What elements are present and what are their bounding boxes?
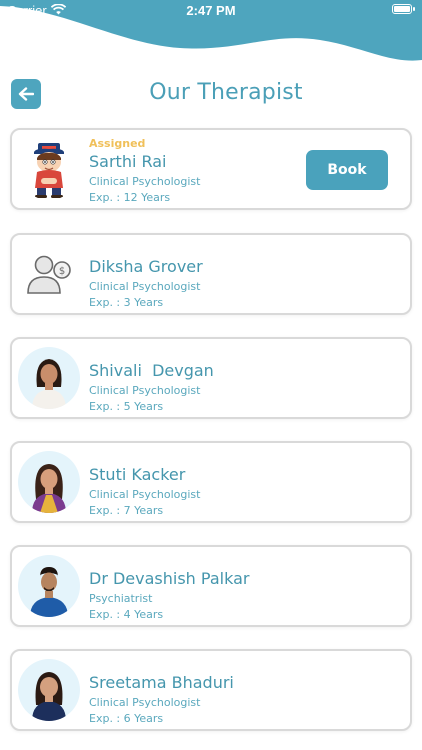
therapist-name: Diksha Grover bbox=[89, 257, 203, 276]
therapist-role: Clinical Psychologist bbox=[89, 488, 201, 501]
assigned-badge: Assigned bbox=[89, 137, 146, 150]
battery-icon bbox=[392, 4, 415, 14]
therapist-card[interactable]: Assigned Sarthi Rai Clinical Psychologis… bbox=[10, 128, 412, 210]
svg-text:$: $ bbox=[59, 266, 65, 277]
therapist-card[interactable]: Dr Devashish Palkar Psychiatrist Exp. : … bbox=[10, 545, 412, 627]
therapist-avatar bbox=[18, 347, 80, 409]
therapist-avatar bbox=[18, 138, 80, 200]
user-fee-icon: $ bbox=[18, 243, 80, 305]
book-button[interactable]: Book bbox=[306, 150, 388, 190]
therapist-avatar bbox=[18, 451, 80, 513]
therapist-name: Stuti Kacker bbox=[89, 465, 186, 484]
therapist-name: Shivali Devgan bbox=[89, 361, 214, 380]
therapist-card[interactable]: Stuti Kacker Clinical Psychologist Exp. … bbox=[10, 441, 412, 523]
therapist-name: Dr Devashish Palkar bbox=[89, 569, 250, 588]
clock-time: 2:47 PM bbox=[186, 3, 236, 18]
therapist-name: Sreetama Bhaduri bbox=[89, 673, 234, 692]
therapist-card[interactable]: Shivali Devgan Clinical Psychologist Exp… bbox=[10, 337, 412, 419]
therapist-role: Clinical Psychologist bbox=[89, 280, 201, 293]
therapist-card[interactable]: $ Diksha Grover Clinical Psychologist Ex… bbox=[10, 233, 412, 315]
therapist-avatar bbox=[18, 555, 80, 617]
therapist-role: Clinical Psychologist bbox=[89, 384, 201, 397]
therapist-name: Sarthi Rai bbox=[89, 152, 167, 171]
therapist-experience: Exp. : 12 Years bbox=[89, 191, 171, 204]
status-bar: Carrier 2:47 PM bbox=[0, 0, 422, 22]
page-title: Our Therapist bbox=[149, 80, 303, 105]
therapist-role: Clinical Psychologist bbox=[89, 696, 201, 709]
therapist-role: Psychiatrist bbox=[89, 592, 153, 605]
therapist-experience: Exp. : 3 Years bbox=[89, 296, 164, 309]
therapist-experience: Exp. : 4 Years bbox=[89, 608, 164, 621]
therapist-experience: Exp. : 5 Years bbox=[89, 400, 164, 413]
therapist-role: Clinical Psychologist bbox=[89, 175, 201, 188]
therapist-avatar bbox=[18, 659, 80, 721]
therapist-experience: Exp. : 7 Years bbox=[89, 504, 164, 517]
therapist-card[interactable]: Sreetama Bhaduri Clinical Psychologist E… bbox=[10, 649, 412, 731]
therapist-experience: Exp. : 6 Years bbox=[89, 712, 164, 725]
